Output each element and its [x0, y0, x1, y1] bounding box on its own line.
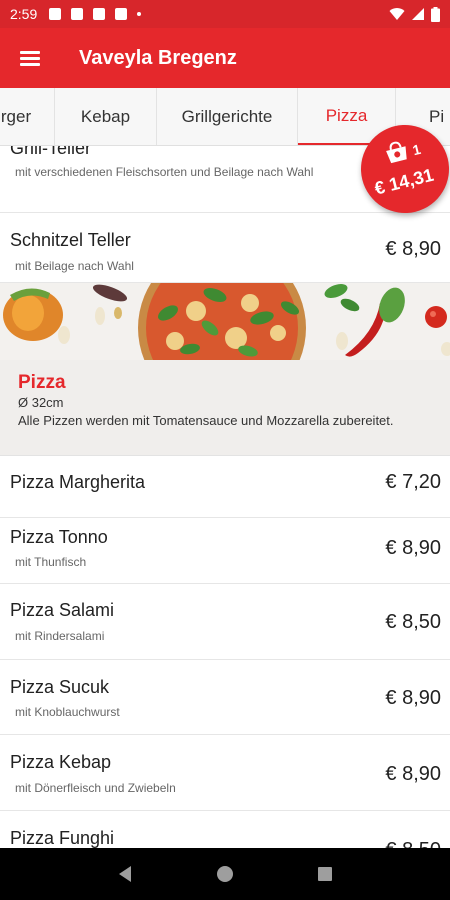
menu-button[interactable] — [0, 28, 60, 88]
item-description: mit Rindersalami — [15, 629, 105, 643]
menu-item-pizza-kebap[interactable]: Pizza Kebap mit Dönerfleisch und Zwiebel… — [0, 735, 450, 811]
back-button[interactable] — [105, 854, 145, 894]
menu-list[interactable]: Grill-Teller mit verschiedenen Fleischso… — [0, 146, 450, 848]
menu-item-pizza-margherita[interactable]: Pizza Margherita € 7,20 — [0, 456, 450, 518]
notification-icon — [115, 8, 128, 20]
item-description: mit Dönerfleisch und Zwiebeln — [15, 781, 176, 795]
status-time: 2:59 — [10, 6, 38, 22]
app-bar: Vaveyla Bregenz — [0, 28, 450, 88]
item-price: € 8,90 — [385, 238, 441, 260]
system-icons — [389, 6, 440, 22]
app-title: Vaveyla Bregenz — [79, 46, 237, 69]
notification-icon — [93, 8, 106, 20]
pizza-illustration — [0, 283, 450, 360]
item-price: € 8,90 — [385, 687, 441, 709]
section-subtitle: Ø 32cm — [18, 395, 64, 410]
tab-grillgerichte[interactable]: Grillgerichte — [157, 88, 298, 145]
menu-item-pizza-salami[interactable]: Pizza Salami mit Rindersalami € 8,50 — [0, 584, 450, 660]
more-notifications-icon — [137, 12, 142, 16]
item-name: Pizza Tonno — [10, 527, 108, 547]
item-description: mit Thunfisch — [15, 555, 87, 569]
system-navigation-bar — [0, 848, 450, 900]
status-bar: 2:59 — [0, 0, 450, 28]
recents-button[interactable] — [305, 854, 345, 894]
menu-item-pizza-sucuk[interactable]: Pizza Sucuk mit Knoblauchwurst € 8,90 — [0, 660, 450, 735]
shopping-bag-icon — [386, 141, 407, 164]
tab-kebap[interactable]: Kebap — [55, 88, 157, 145]
recents-square-icon — [318, 867, 332, 881]
item-description: mit Beilage nach Wahl — [15, 259, 134, 273]
item-name: Pizza Kebap — [10, 752, 112, 772]
item-description: mit verschiedenen Fleischsorten und Beil… — [15, 165, 314, 179]
cart-total: € 14,31 — [372, 164, 436, 199]
item-price: € 8,50 — [385, 611, 441, 633]
section-title: Pizza — [18, 372, 66, 393]
hamburger-icon — [20, 51, 40, 66]
home-circle-icon — [217, 866, 233, 882]
item-description: mit Knoblauchwurst — [15, 705, 120, 719]
item-name: Pizza Sucuk — [10, 677, 110, 697]
item-name: Pizza Funghi — [10, 828, 115, 848]
cart-count: 1 — [410, 140, 423, 159]
item-name: Pizza Margherita — [10, 472, 146, 492]
item-price: € 8,90 — [385, 537, 441, 559]
menu-item-pizza-tonno[interactable]: Pizza Tonno mit Thunfisch € 8,90 — [0, 518, 450, 584]
back-triangle-icon — [119, 866, 131, 882]
notification-icon — [49, 8, 62, 20]
tab-burger[interactable]: rger — [0, 88, 55, 145]
item-price: € 7,20 — [385, 471, 441, 493]
battery-icon — [431, 6, 440, 22]
item-name: Schnitzel Teller — [10, 230, 131, 250]
item-name: Pizza Salami — [10, 600, 115, 620]
notification-icons — [49, 8, 142, 20]
section-description: Alle Pizzen werden mit Tomatensauce und … — [18, 413, 394, 428]
notification-icon — [71, 8, 84, 20]
menu-item-pizza-funghi[interactable]: Pizza Funghi € 8,50 — [0, 811, 450, 848]
menu-item-schnitzel-teller[interactable]: Schnitzel Teller mit Beilage nach Wahl €… — [0, 213, 450, 283]
item-price: € 8,90 — [385, 763, 441, 785]
wifi-icon — [389, 8, 405, 20]
signal-icon — [412, 8, 424, 20]
section-header-pizza: Pizza Ø 32cm Alle Pizzen werden mit Toma… — [0, 360, 450, 456]
item-price: € 8,50 — [385, 839, 441, 848]
pizza-banner-image — [0, 283, 450, 360]
item-name: Grill-Teller — [10, 146, 91, 158]
home-button[interactable] — [205, 854, 245, 894]
